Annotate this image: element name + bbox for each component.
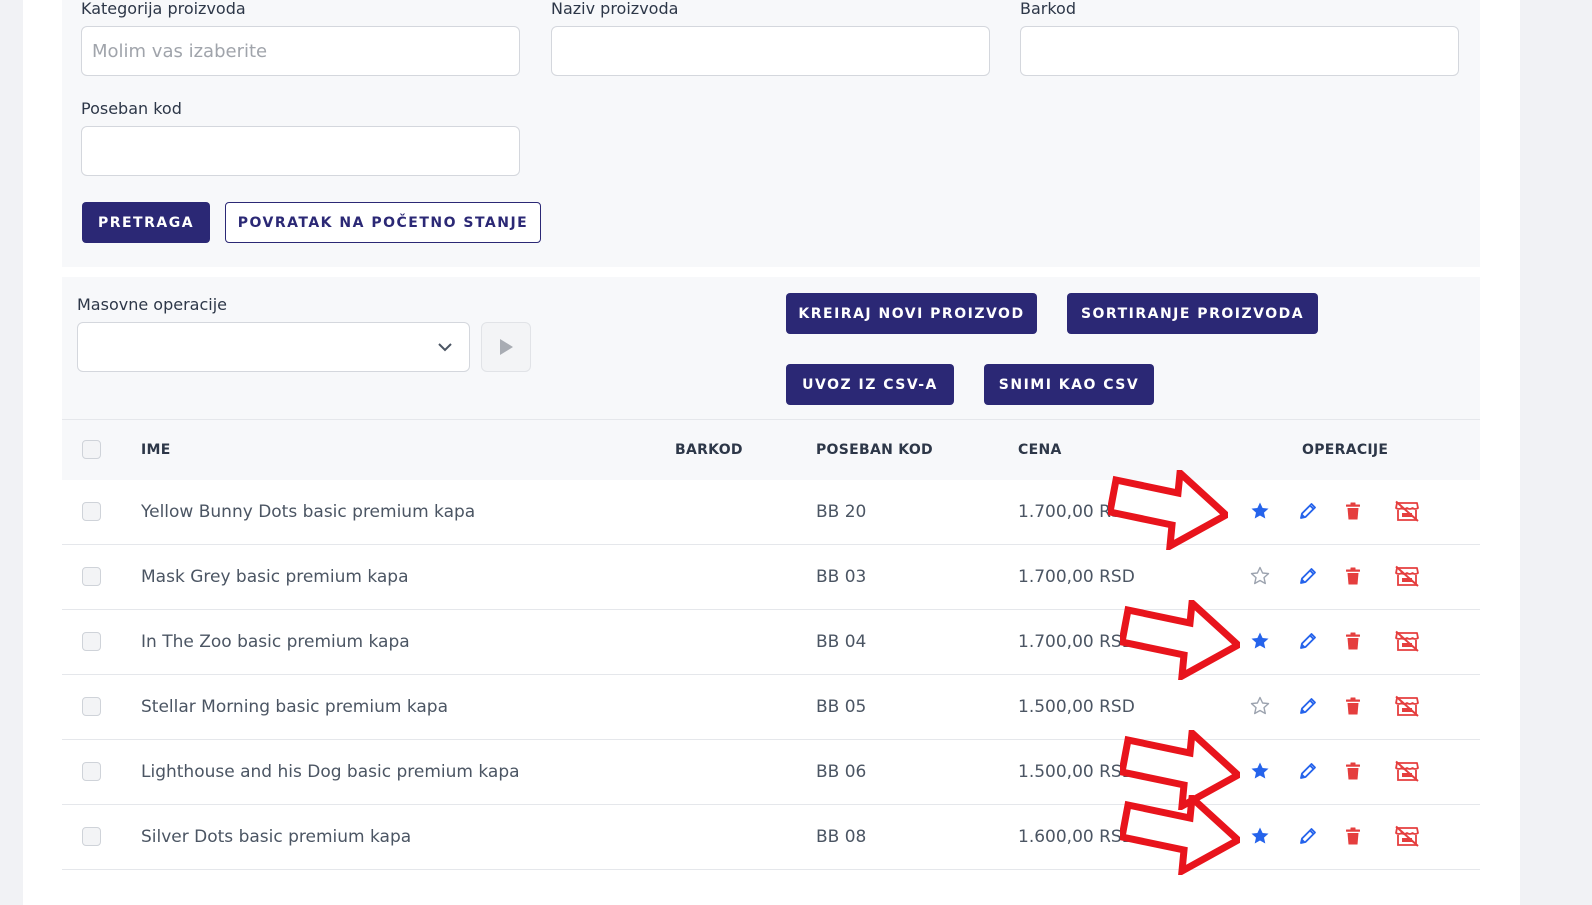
trash-icon[interactable] xyxy=(1343,501,1363,521)
table-row: In The Zoo basic premium kapa BB 04 1.700,… xyxy=(62,610,1480,675)
page-content: Kategorija proizvoda Naziv proizvoda Bar… xyxy=(23,0,1520,905)
product-name-input[interactable] xyxy=(551,26,990,76)
export-csv-button[interactable]: SNIMI KAO CSV xyxy=(984,364,1154,405)
header-price: CENA xyxy=(1018,442,1062,458)
barcode-label: Barkod xyxy=(1020,0,1076,18)
store-off-icon[interactable] xyxy=(1394,500,1420,522)
header-operations: OPERACIJE xyxy=(1302,442,1389,458)
store-off-icon[interactable] xyxy=(1394,695,1420,717)
run-bulk-operation-button[interactable] xyxy=(481,322,531,372)
special-code-cell: BB 06 xyxy=(816,762,867,782)
bulk-operations-select[interactable] xyxy=(77,322,470,372)
category-label: Kategorija proizvoda xyxy=(81,0,246,18)
row-checkbox[interactable] xyxy=(82,697,101,716)
product-name-cell: Yellow Bunny Dots basic premium kapa xyxy=(141,502,476,522)
trash-icon[interactable] xyxy=(1343,826,1363,846)
trash-icon[interactable] xyxy=(1343,696,1363,716)
pencil-icon[interactable] xyxy=(1298,761,1318,781)
special-code-cell: BB 20 xyxy=(816,502,867,522)
pencil-icon[interactable] xyxy=(1298,826,1318,846)
table-row: Mask Grey basic premium kapa BB 03 1.700,0… xyxy=(62,545,1480,610)
trash-icon[interactable] xyxy=(1343,761,1363,781)
star-icon[interactable] xyxy=(1250,761,1270,781)
price-cell: 1.500,00 RSD xyxy=(1018,697,1135,717)
special-code-input[interactable] xyxy=(81,126,520,176)
row-checkbox[interactable] xyxy=(82,567,101,586)
star-icon[interactable] xyxy=(1250,566,1270,586)
special-code-label: Poseban kod xyxy=(81,99,182,118)
pencil-icon[interactable] xyxy=(1298,696,1318,716)
header-barcode: BARKOD xyxy=(675,442,743,458)
table-body: Yellow Bunny Dots basic premium kapa BB 2… xyxy=(62,480,1480,870)
special-code-cell: BB 05 xyxy=(816,697,867,717)
star-icon[interactable] xyxy=(1250,696,1270,716)
table-row: Lighthouse and his Dog basic premium kap… xyxy=(62,740,1480,805)
special-code-cell: BB 08 xyxy=(816,827,867,847)
trash-icon[interactable] xyxy=(1343,566,1363,586)
star-icon[interactable] xyxy=(1250,826,1270,846)
star-icon[interactable] xyxy=(1250,631,1270,651)
table-row: Yellow Bunny Dots basic premium kapa BB 2… xyxy=(62,480,1480,545)
trash-icon[interactable] xyxy=(1343,631,1363,651)
create-product-button[interactable]: KREIRAJ NOVI PROIZVOD xyxy=(786,293,1037,334)
product-name-cell: Silver Dots basic premium kapa xyxy=(141,827,412,847)
table-row: Silver Dots basic premium kapa BB 08 1.600… xyxy=(62,805,1480,870)
special-code-cell: BB 04 xyxy=(816,632,867,652)
price-cell: 1.700,00 RSD xyxy=(1018,632,1135,652)
filter-panel: Kategorija proizvoda Naziv proizvoda Bar… xyxy=(62,0,1480,267)
sort-products-button[interactable]: SORTIRANJE PROIZVODA xyxy=(1067,293,1318,334)
chevron-down-icon xyxy=(438,343,452,352)
table-row: Stellar Morning basic premium kapa BB 05 1… xyxy=(62,675,1480,740)
store-off-icon[interactable] xyxy=(1394,565,1420,587)
pencil-icon[interactable] xyxy=(1298,501,1318,521)
row-checkbox[interactable] xyxy=(82,762,101,781)
store-off-icon[interactable] xyxy=(1394,630,1420,652)
operations-panel: Masovne operacije KREIRAJ NOVI PROIZVOD … xyxy=(62,277,1480,419)
product-name-label: Naziv proizvoda xyxy=(551,0,679,18)
row-checkbox[interactable] xyxy=(82,502,101,521)
price-cell: 1.700,00 RSD xyxy=(1018,502,1135,522)
header-special-code: POSEBAN KOD xyxy=(816,442,933,458)
product-name-cell: Stellar Morning basic premium kapa xyxy=(141,697,448,717)
header-name: IME xyxy=(141,442,171,458)
price-cell: 1.700,00 RSD xyxy=(1018,567,1135,587)
products-table: IME BARKOD POSEBAN KOD CENA OPERACIJE Ye… xyxy=(62,419,1480,870)
price-cell: 1.600,00 RSD xyxy=(1018,827,1135,847)
special-code-cell: BB 03 xyxy=(816,567,867,587)
bulk-operations-label: Masovne operacije xyxy=(77,295,227,314)
reset-button[interactable]: POVRATAK NA POČETNO STANJE xyxy=(225,202,541,243)
store-off-icon[interactable] xyxy=(1394,760,1420,782)
import-csv-button[interactable]: UVOZ IZ CSV-A xyxy=(786,364,954,405)
product-name-cell: In The Zoo basic premium kapa xyxy=(141,632,410,652)
search-button[interactable]: PRETRAGA xyxy=(82,202,210,243)
row-checkbox[interactable] xyxy=(82,632,101,651)
select-all-checkbox[interactable] xyxy=(82,440,101,459)
price-cell: 1.500,00 RSD xyxy=(1018,762,1135,782)
play-icon xyxy=(500,339,513,355)
pencil-icon[interactable] xyxy=(1298,631,1318,651)
row-checkbox[interactable] xyxy=(82,827,101,846)
table-header: IME BARKOD POSEBAN KOD CENA OPERACIJE xyxy=(62,419,1480,480)
star-icon[interactable] xyxy=(1250,501,1270,521)
product-name-cell: Mask Grey basic premium kapa xyxy=(141,567,409,587)
barcode-input[interactable] xyxy=(1020,26,1459,76)
store-off-icon[interactable] xyxy=(1394,825,1420,847)
category-select[interactable] xyxy=(81,26,520,76)
product-name-cell: Lighthouse and his Dog basic premium kap… xyxy=(141,762,520,782)
pencil-icon[interactable] xyxy=(1298,566,1318,586)
